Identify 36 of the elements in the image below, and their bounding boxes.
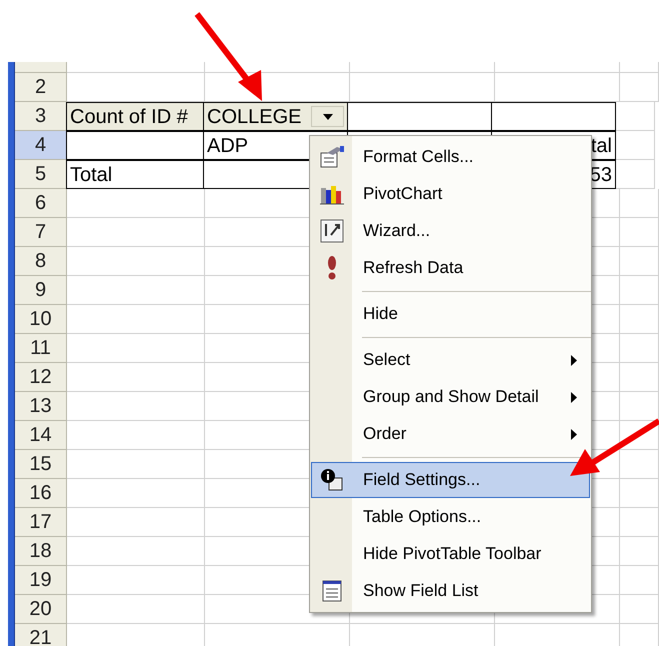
menu-item[interactable]: Select — [311, 342, 590, 378]
row-header[interactable]: 21 — [15, 624, 67, 646]
row-header[interactable]: 10 — [15, 305, 67, 334]
table-cell-text: Count of ID # — [70, 104, 188, 130]
row-header[interactable]: 7 — [15, 218, 67, 247]
menu-item[interactable]: Order — [311, 416, 590, 452]
row-header[interactable]: 2 — [15, 73, 67, 102]
row-header[interactable]: 11 — [15, 334, 67, 363]
menu-item[interactable]: Hide — [311, 296, 590, 332]
row-header[interactable]: 20 — [15, 595, 67, 624]
menu-item[interactable]: Hide PivotTable Toolbar — [311, 536, 590, 572]
row-header[interactable]: 9 — [15, 276, 67, 305]
row-header[interactable]: 16 — [15, 479, 67, 508]
row-header[interactable]: 19 — [15, 566, 67, 595]
table-cell-text: tal — [590, 134, 612, 158]
row-header[interactable]: 13 — [15, 392, 67, 421]
row-header[interactable]: 12 — [15, 363, 67, 392]
row-header[interactable]: 5 — [15, 160, 67, 189]
row-header[interactable]: 18 — [15, 537, 67, 566]
table-cell-text: Total — [70, 162, 112, 188]
menu-item[interactable]: Show Field List — [311, 573, 590, 609]
row-header[interactable]: 4 — [15, 131, 67, 160]
row-header[interactable]: 8 — [15, 247, 67, 276]
row-header[interactable]: 6 — [15, 189, 67, 218]
menu-item[interactable]: Table Options... — [311, 499, 590, 535]
row-header[interactable]: 15 — [15, 450, 67, 479]
menu-item[interactable]: Format Cells... — [311, 139, 590, 175]
menu-item[interactable]: Group and Show Detail — [311, 379, 590, 415]
menu-item[interactable]: Field Settings... — [311, 462, 590, 498]
table-cell-text: ADP — [207, 134, 248, 158]
row-header[interactable]: 3 — [15, 102, 67, 131]
menu-item[interactable]: Refresh Data — [311, 250, 590, 286]
menu-item[interactable]: PivotChart — [311, 176, 590, 212]
row-header[interactable]: 14 — [15, 421, 67, 450]
row-header[interactable]: 17 — [15, 508, 67, 537]
menu-item[interactable]: Wizard... — [311, 213, 590, 249]
